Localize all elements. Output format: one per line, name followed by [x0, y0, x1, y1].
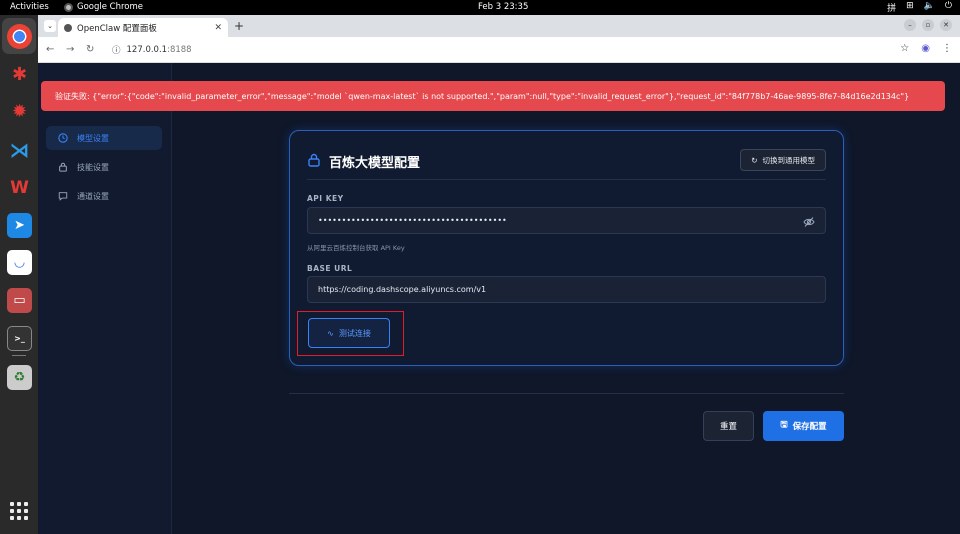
network-icon[interactable]: ⊞ — [906, 1, 914, 14]
wps-icon[interactable]: W — [7, 175, 32, 200]
sidebar-item-skills[interactable]: 技能设置 — [46, 155, 162, 179]
base-url-value: https://coding.dashscope.aliyuncs.com/v1 — [318, 285, 487, 294]
close-window-icon[interactable]: ✕ — [940, 19, 952, 31]
activities-button[interactable]: Activities — [10, 2, 49, 12]
address-bar[interactable]: ⓘ 127.0.0.1:8188 — [112, 44, 192, 56]
divider — [289, 393, 844, 394]
error-message: 验证失败: {"error":{"code":"invalid_paramete… — [55, 91, 910, 101]
sidebar-item-model[interactable]: 模型设置 — [46, 126, 162, 150]
dock-separator — [12, 355, 26, 356]
reset-label: 重置 — [719, 422, 737, 432]
refresh-icon: ↻ — [751, 155, 758, 165]
minimize-icon[interactable]: – — [904, 19, 916, 31]
lark-icon[interactable]: ◡ — [7, 250, 32, 275]
url-host: 127.0.0.1 — [126, 45, 168, 55]
terminal-icon[interactable]: >_ — [7, 326, 32, 351]
clock-icon — [58, 133, 68, 143]
base-url-label: BASE URL — [307, 264, 353, 273]
app-menu[interactable]: Google Chrome — [64, 2, 143, 12]
lock-icon — [308, 153, 320, 167]
favicon-icon — [64, 23, 72, 32]
activity-icon: ∿ — [327, 328, 334, 338]
crab-settings-icon[interactable]: ✹ — [7, 99, 32, 124]
tab-search-icon[interactable]: ⌄ — [44, 20, 56, 32]
volume-icon[interactable]: 🔈 — [924, 1, 935, 14]
close-tab-icon[interactable]: ✕ — [214, 23, 222, 33]
vscode-icon[interactable]: ⋊ — [7, 137, 32, 162]
card-title: 百炼大模型配置 — [329, 156, 421, 171]
base-url-input[interactable]: https://coding.dashscope.aliyuncs.com/v1 — [307, 276, 826, 303]
tab-title: OpenClaw 配置面板 — [77, 23, 157, 34]
model-config-card: 百炼大模型配置 ↻ 切换到通用模型 API KEY ••••••••••••••… — [289, 130, 844, 366]
api-key-label: API KEY — [307, 194, 344, 203]
error-toast: 验证失败: {"error":{"code":"invalid_paramete… — [41, 81, 945, 111]
save-button[interactable]: 🖫 保存配置 — [763, 411, 844, 441]
chat-icon — [58, 192, 68, 201]
url-port: :8188 — [167, 45, 192, 55]
browser-tab[interactable]: OpenClaw 配置面板 ✕ — [58, 18, 228, 37]
card-header: 百炼大模型配置 ↻ 切换到通用模型 — [307, 148, 826, 180]
reset-button[interactable]: 重置 — [703, 411, 754, 441]
power-icon[interactable]: ⏻ — [945, 1, 952, 14]
site-info-icon[interactable]: ⓘ — [112, 44, 121, 56]
input-method-icon[interactable]: 拼 — [887, 1, 896, 14]
test-connection-button[interactable]: ∿ 测试连接 — [308, 318, 390, 348]
profile-icon[interactable]: ◉ — [921, 43, 930, 54]
feishu-icon[interactable]: ➤ — [7, 213, 32, 238]
bookmark-star-icon[interactable]: ☆ — [900, 43, 909, 54]
window-controls: – ▫ ✕ — [904, 19, 952, 31]
forward-icon[interactable]: → — [66, 44, 74, 55]
dock: ✱ ✹ ⋊ W ➤ ◡ ▭ >_ ♻ — [0, 15, 38, 534]
api-key-hint: 从阿里云百炼控制台获取 API Key — [307, 244, 405, 252]
system-top-bar: Activities Google Chrome Feb 3 23:35 拼 ⊞… — [0, 0, 960, 15]
sidebar: 模型设置 技能设置 通道设置 — [38, 63, 172, 534]
toolbar-right: ☆ ◉ ⋮ — [900, 43, 952, 54]
api-key-value: •••••••••••••••••••••••••••••••••••••••• — [318, 216, 507, 225]
show-apps-icon[interactable] — [10, 502, 28, 520]
lock-icon — [59, 162, 67, 172]
system-tray[interactable]: 拼 ⊞ 🔈 ⏻ — [887, 1, 952, 14]
trash-icon[interactable]: ♻ — [7, 365, 32, 390]
app-name: Google Chrome — [77, 2, 144, 12]
switch-model-label: 切换到通用模型 — [762, 155, 816, 165]
back-icon[interactable]: ← — [46, 44, 54, 55]
chrome-icon[interactable] — [7, 24, 32, 49]
sidebar-item-label: 通道设置 — [77, 191, 109, 201]
crab-app-icon[interactable]: ✱ — [7, 62, 32, 87]
eye-off-icon[interactable] — [803, 216, 815, 228]
restore-icon[interactable]: ▫ — [922, 19, 934, 31]
files-icon[interactable]: ▭ — [7, 288, 32, 313]
chrome-icon — [64, 2, 73, 12]
test-connection-label: 测试连接 — [338, 328, 371, 338]
browser-toolbar: ← → ↻ ⓘ 127.0.0.1:8188 ☆ ◉ ⋮ — [38, 37, 960, 63]
new-tab-icon[interactable]: + — [234, 19, 244, 33]
tab-strip: ⌄ OpenClaw 配置面板 ✕ + – ▫ ✕ — [38, 15, 960, 37]
sidebar-item-label: 模型设置 — [77, 133, 109, 143]
save-label: 保存配置 — [792, 422, 827, 432]
page: 模型设置 技能设置 通道设置 验证失败: {"error":{"code":"i… — [38, 63, 960, 534]
sidebar-item-label: 技能设置 — [77, 162, 109, 172]
api-key-input[interactable]: •••••••••••••••••••••••••••••••••••••••• — [307, 207, 826, 234]
save-icon: 🖫 — [780, 420, 788, 430]
reload-icon[interactable]: ↻ — [86, 44, 94, 55]
menu-icon[interactable]: ⋮ — [942, 43, 952, 54]
switch-model-button[interactable]: ↻ 切换到通用模型 — [740, 149, 826, 171]
sidebar-item-channels[interactable]: 通道设置 — [46, 184, 162, 208]
clock[interactable]: Feb 3 23:35 — [478, 2, 528, 12]
